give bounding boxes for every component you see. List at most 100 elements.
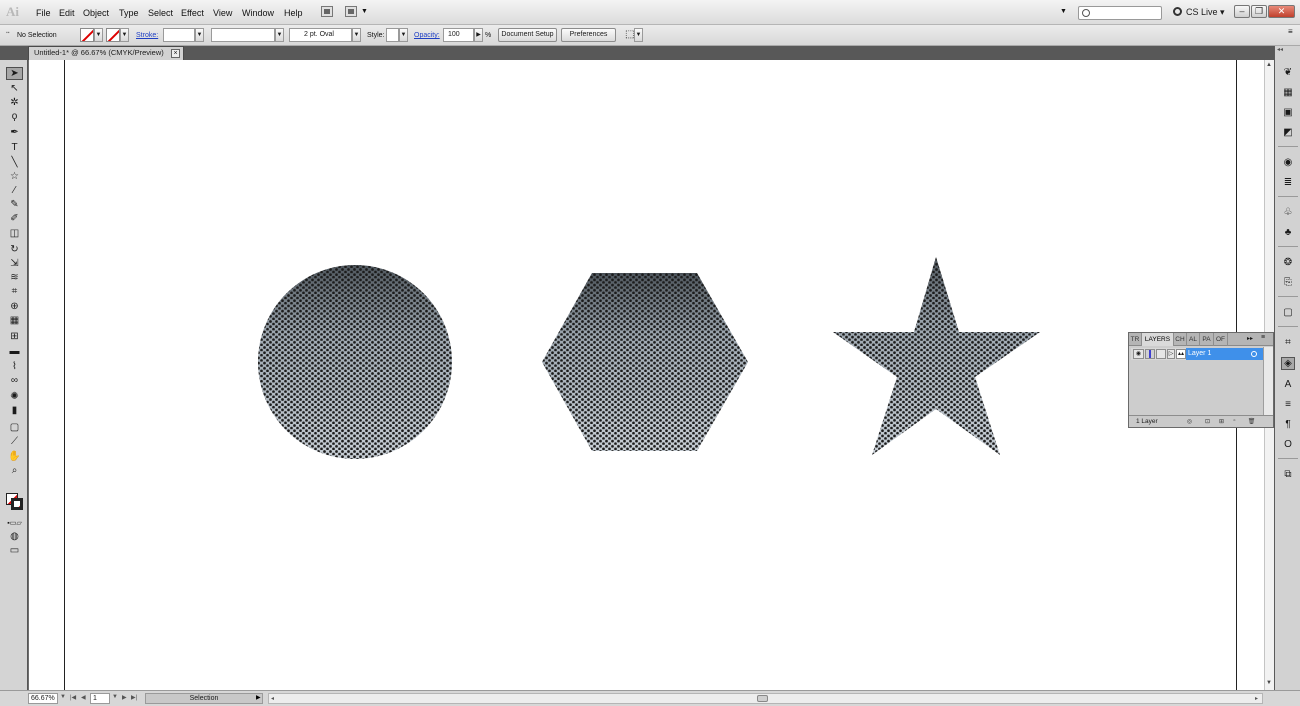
stroke-color-swatch[interactable] <box>106 28 120 42</box>
opacity-label[interactable]: Opacity: <box>414 32 440 39</box>
tab-transparency[interactable]: TR <box>1129 333 1142 346</box>
selection-tool[interactable]: ➤ <box>6 67 23 80</box>
graphic-styles-icon[interactable]: ❂ <box>1281 256 1295 269</box>
control-bar-menu-icon[interactable]: ≡ <box>1288 27 1293 36</box>
style-swatch[interactable] <box>386 28 399 42</box>
color-mode-icon[interactable]: ▪▭▱ <box>6 516 23 529</box>
scroll-up-icon[interactable]: ▲ <box>1266 62 1272 68</box>
direct-selection-tool[interactable]: ↖ <box>6 82 23 95</box>
pen-tool[interactable]: ✒ <box>6 126 23 139</box>
appearance-icon[interactable]: ◉ <box>1281 156 1295 169</box>
arrange-dropdown-icon[interactable]: ▼ <box>361 8 368 15</box>
menu-window[interactable]: Window <box>242 8 274 18</box>
horizontal-scrollbar[interactable]: ◂ ▸ <box>268 693 1263 704</box>
character-icon[interactable]: A <box>1281 378 1295 391</box>
first-artboard-icon[interactable]: |◀ <box>70 694 76 701</box>
symbols-icon[interactable]: ♧ <box>1281 206 1295 219</box>
menu-select[interactable]: Select <box>148 8 173 18</box>
paintbrush-tool[interactable]: ⁄ <box>6 184 23 197</box>
menu-help[interactable]: Help <box>284 8 303 18</box>
menu-object[interactable]: Object <box>83 8 109 18</box>
new-layer-icon[interactable]: ▫ <box>1230 418 1239 426</box>
panel-expand-icon[interactable]: ▸▸ <box>1247 335 1253 342</box>
fill-color-swatch[interactable] <box>80 28 94 42</box>
align-icon[interactable]: ≡ <box>1281 398 1295 411</box>
symbol-sprayer-tool[interactable]: ✺ <box>6 390 23 403</box>
eraser-tool[interactable]: ◫ <box>6 227 23 240</box>
scroll-down-icon[interactable]: ▼ <box>1266 680 1272 686</box>
menu-type[interactable]: Type <box>119 8 139 18</box>
gradient-icon[interactable]: ▣ <box>1281 106 1295 119</box>
style-dropdown-icon[interactable]: ▼ <box>399 28 408 42</box>
layer-row[interactable]: ◉ ▷ ▴▴ Layer 1 <box>1131 348 1263 360</box>
free-transform-tool[interactable]: ⌗ <box>6 285 23 298</box>
next-artboard-icon[interactable]: ▶ <box>122 694 127 701</box>
artboard-dropdown-icon[interactable]: ▼ <box>112 694 118 700</box>
artboard-tool[interactable]: ▢ <box>6 421 23 434</box>
tab-layers[interactable]: LAYERS <box>1142 333 1174 346</box>
maximize-button[interactable]: ❐ <box>1251 5 1267 18</box>
layer-name[interactable]: Layer 1 <box>1186 348 1263 360</box>
delete-layer-icon[interactable]: 🗑 <box>1247 418 1256 426</box>
variable-width-dropdown-icon[interactable]: ▼ <box>275 28 284 42</box>
control-bar-grip-icon[interactable]: ▪▪ <box>6 30 10 36</box>
artboard-canvas[interactable] <box>29 60 1264 690</box>
tab-align[interactable]: AL <box>1187 333 1200 346</box>
zoom-field[interactable]: 66.67% <box>28 693 58 704</box>
status-arrow-icon[interactable]: ▶ <box>256 694 261 701</box>
artboard-number-field[interactable]: 1 <box>90 693 110 704</box>
stroke-weight-dropdown-icon[interactable]: ▼ <box>195 28 204 42</box>
mesh-tool[interactable]: ⊞ <box>6 330 23 343</box>
menu-effect[interactable]: Effect <box>181 8 204 18</box>
new-sublayer-icon[interactable]: ⊞ <box>1217 418 1226 426</box>
gradient-tool[interactable]: ▬ <box>6 345 23 358</box>
swatches-icon[interactable]: ▦ <box>1281 86 1295 99</box>
rotate-tool[interactable]: ↻ <box>6 243 23 256</box>
horizontal-scroll-thumb[interactable] <box>757 695 768 702</box>
expand-layer-icon[interactable]: ▷ <box>1167 349 1175 359</box>
last-artboard-icon[interactable]: ▶| <box>131 694 137 701</box>
minimize-button[interactable]: – <box>1234 5 1250 18</box>
opacity-dropdown-icon[interactable]: ▶ <box>474 28 483 42</box>
tab-close-icon[interactable]: × <box>171 49 180 58</box>
star-shape[interactable] <box>833 257 1040 455</box>
stroke-dropdown-icon[interactable]: ▼ <box>120 28 129 42</box>
artboards-icon[interactable]: ▢ <box>1281 306 1295 319</box>
stroke-weight-field[interactable] <box>163 28 195 42</box>
pathfinder-icon[interactable]: ⧉ <box>1281 468 1295 481</box>
menu-edit[interactable]: Edit <box>59 8 75 18</box>
perspective-grid-tool[interactable]: ▦ <box>6 314 23 327</box>
opacity-field[interactable]: 100 <box>443 28 474 42</box>
links-icon[interactable]: ⎘ <box>1281 276 1295 289</box>
stroke-icon[interactable]: ≣ <box>1281 176 1295 189</box>
fill-stroke-widget[interactable] <box>6 493 24 511</box>
transform-icon[interactable]: ⌗ <box>1281 336 1295 349</box>
warp-tool[interactable]: ≋ <box>6 271 23 284</box>
visibility-eye-icon[interactable]: ◉ <box>1133 349 1144 359</box>
layers-scrollbar[interactable] <box>1263 347 1273 415</box>
arrange-documents-icon[interactable] <box>345 6 357 17</box>
type-tool[interactable]: T <box>6 141 23 154</box>
slice-tool[interactable]: ⟋ <box>6 435 23 448</box>
panel-menu-icon[interactable]: ≡ <box>1261 334 1265 341</box>
column-graph-tool[interactable]: ▮ <box>6 404 23 417</box>
zoom-tool[interactable]: ⌕ <box>6 464 23 477</box>
blob-brush-tool[interactable]: ✐ <box>6 212 23 225</box>
brushes-icon[interactable]: ♣ <box>1281 226 1295 239</box>
layer-target-icon[interactable] <box>1251 351 1257 357</box>
brush-definition-field[interactable]: 2 pt. Oval <box>289 28 352 42</box>
shape-tool[interactable]: ☆ <box>6 170 23 183</box>
tab-opentype[interactable]: OF <box>1214 333 1228 346</box>
document-setup-button[interactable]: Document Setup <box>498 28 557 42</box>
zoom-dropdown-icon[interactable]: ▼ <box>60 694 66 700</box>
tab-character[interactable]: CH <box>1174 333 1187 346</box>
hexagon-shape[interactable] <box>542 273 748 451</box>
magic-wand-tool[interactable]: ✲ <box>6 96 23 109</box>
make-clipping-mask-icon[interactable]: ⊡ <box>1203 418 1212 426</box>
lasso-tool[interactable]: ϙ <box>6 110 23 123</box>
document-tab[interactable]: Untitled-1* @ 66.67% (CMYK/Preview) × <box>28 46 184 60</box>
paragraph-icon[interactable]: ¶ <box>1281 418 1295 431</box>
drawing-mode-icon[interactable]: ◍ <box>6 530 23 543</box>
lock-toggle-icon[interactable] <box>1156 349 1166 359</box>
menu-file[interactable]: File <box>36 8 51 18</box>
